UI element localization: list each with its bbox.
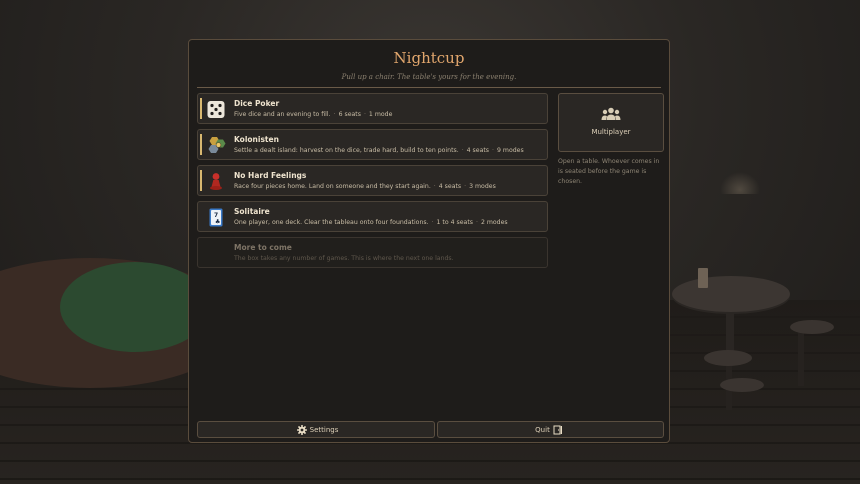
mug xyxy=(698,268,708,288)
game-description: One player, one deck. Clear the tableau … xyxy=(234,219,508,226)
hanging-lamp-glow xyxy=(720,172,760,194)
placeholder-description: The box takes any number of games. This … xyxy=(234,255,454,262)
game-card-solitaire[interactable]: 7 ♣ Solitaire One player, one deck. Clea… xyxy=(197,201,548,232)
game-title: Nightcup xyxy=(393,49,465,67)
game-name: Kolonisten xyxy=(234,135,279,144)
exit-door-icon xyxy=(553,425,562,435)
quit-button[interactable]: Quit xyxy=(437,421,664,438)
game-card-kolonisten[interactable]: Kolonisten Settle a dealt island: harves… xyxy=(197,129,548,160)
selection-accent xyxy=(200,170,202,191)
side-table xyxy=(672,276,790,312)
playing-card-icon: 7 ♣ xyxy=(209,208,223,227)
game-name: Dice Poker xyxy=(234,99,280,108)
game-subtitle: Pull up a chair. The table's yours for t… xyxy=(341,73,517,81)
multiplayer-label: Multiplayer xyxy=(591,128,631,136)
settings-label: Settings xyxy=(309,426,339,434)
multiplayer-help-text: Open a table. Whoever comes in is seated… xyxy=(558,158,660,185)
bar-stool xyxy=(790,320,834,334)
game-name: Solitaire xyxy=(234,207,270,216)
hex-tiles-icon xyxy=(208,137,226,153)
game-description: Five dice and an evening to fill. · 6 seat… xyxy=(234,111,393,118)
pawn-icon xyxy=(210,173,222,190)
more-to-come-card: More to come The box takes any number of… xyxy=(197,237,548,268)
game-card-no-hard-feelings[interactable]: No Hard Feelings Race four pieces home. … xyxy=(197,165,548,196)
quit-label: Quit xyxy=(535,426,550,434)
bar-stool xyxy=(704,350,752,366)
placeholder-name: More to come xyxy=(234,243,292,252)
gear-icon xyxy=(296,425,307,435)
people-group-icon xyxy=(601,107,621,120)
title-divider xyxy=(197,87,661,88)
svg-text:♣: ♣ xyxy=(215,219,220,226)
game-description: Settle a dealt island: harvest on the di… xyxy=(234,147,524,154)
multiplayer-button[interactable]: Multiplayer xyxy=(558,93,664,152)
game-name: No Hard Feelings xyxy=(234,171,307,180)
main-menu-panel: Nightcup Pull up a chair. The table's yo… xyxy=(188,39,670,443)
settings-button[interactable]: Settings xyxy=(197,421,435,438)
bar-stool xyxy=(720,378,764,392)
game-description: Race four pieces home. Land on someone a… xyxy=(234,183,496,190)
dice-icon xyxy=(207,101,225,118)
selection-accent xyxy=(200,134,202,155)
game-card-dice-poker[interactable]: Dice Poker Five dice and an evening to f… xyxy=(197,93,548,124)
selection-accent xyxy=(200,98,202,119)
